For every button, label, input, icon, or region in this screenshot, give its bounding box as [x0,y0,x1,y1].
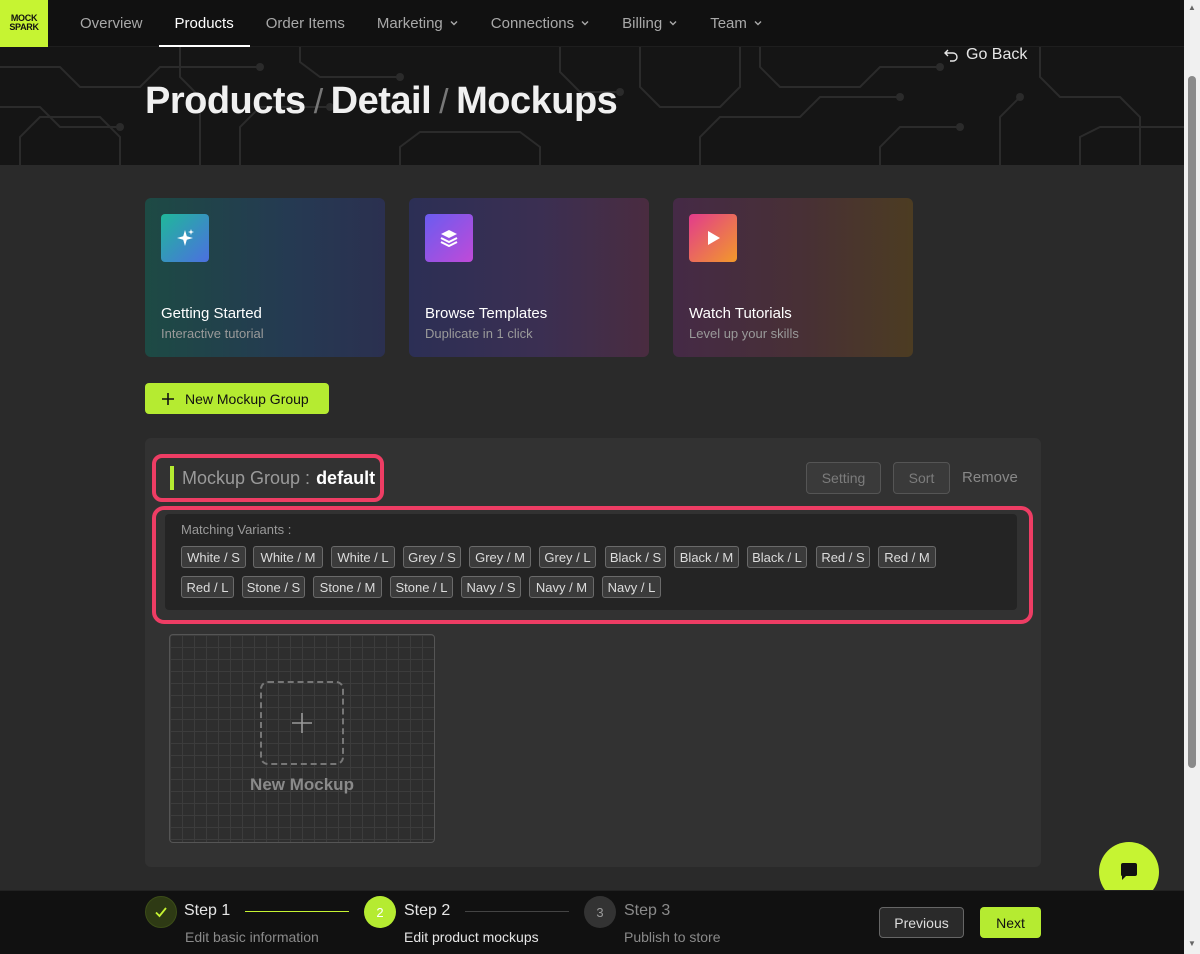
previous-button[interactable]: Previous [879,907,964,938]
nav-item-order-items[interactable]: Order Items [250,0,361,47]
setting-button[interactable]: Setting [806,462,881,494]
breadcrumb-detail[interactable]: Detail [331,80,432,123]
variant-chip: Red / S [816,546,870,568]
vertical-scrollbar[interactable]: ▲ ▼ [1184,0,1200,954]
card-subtitle: Interactive tutorial [161,326,264,341]
step-2-circle: 2 [364,896,396,928]
go-back-label: Go Back [966,46,1028,63]
card-watch-tutorials[interactable]: Watch Tutorials Level up your skills [673,198,913,357]
next-button[interactable]: Next [980,907,1041,938]
plus-icon [292,713,312,733]
chat-bubble-icon [1121,863,1137,880]
mockup-group-title: Mockup Group : default [152,454,384,502]
variant-chip: Stone / S [242,576,305,598]
variant-chip: White / S [181,546,246,568]
add-mockup-button[interactable] [260,681,344,765]
chevron-down-icon [754,21,762,26]
nav-item-billing[interactable]: Billing [606,0,694,47]
step-connector [465,911,569,912]
sparkles-icon [161,214,209,262]
nav-item-products[interactable]: Products [158,0,250,47]
card-title: Getting Started [161,305,262,322]
nav-item-team[interactable]: Team [694,0,779,47]
nav-item-marketing[interactable]: Marketing [361,0,475,47]
card-subtitle: Level up your skills [689,326,799,341]
variant-chip: Navy / S [461,576,521,598]
step-1-name: Step 1 [184,902,231,919]
matching-variants-label: Matching Variants : [181,522,292,537]
variant-chip: Navy / L [602,576,661,598]
page-title: Products / Detail / Mockups [145,80,618,123]
sort-button[interactable]: Sort [893,462,950,494]
variant-chip: Navy / M [529,576,594,598]
new-mockup-group-button[interactable]: New Mockup Group [145,383,329,414]
chevron-down-icon [669,21,677,26]
step-1-check-icon [145,896,177,928]
variant-chip: Red / L [181,576,234,598]
variant-chip: Stone / L [390,576,453,598]
undo-arrow-icon [944,49,958,62]
chevron-down-icon [581,21,589,26]
accent-bar [170,466,174,490]
nav-item-connections[interactable]: Connections [475,0,606,47]
plus-icon [162,392,174,405]
variant-chip: Black / S [605,546,666,568]
nav-item-overview[interactable]: Overview [64,0,159,47]
mockspark-logo[interactable]: MOCK SPARK [0,0,48,47]
variant-chip: Grey / S [403,546,461,568]
breadcrumb-mockups: Mockups [456,80,618,122]
variant-chip: White / L [331,546,395,568]
breadcrumb-separator: / [313,83,323,121]
variant-chip: Grey / L [539,546,596,568]
scroll-down-icon[interactable]: ▼ [1188,940,1196,948]
variant-chip: Stone / M [313,576,382,598]
variant-chip: Black / L [747,546,807,568]
card-subtitle: Duplicate in 1 click [425,326,533,341]
step-1-desc: Edit basic information [185,929,319,945]
breadcrumb-separator: / [439,83,449,121]
step-3-desc: Publish to store [624,929,721,945]
variant-chip: Grey / M [469,546,531,568]
new-mockup-group-label: New Mockup Group [185,390,309,407]
layers-icon [425,214,473,262]
scroll-up-icon[interactable]: ▲ [1188,4,1196,12]
group-name: default [316,467,376,488]
card-title: Watch Tutorials [689,305,792,322]
variant-chip: White / M [253,546,323,568]
top-nav: MOCK SPARK Overview Products Order Items … [0,0,1184,47]
card-browse-templates[interactable]: Browse Templates Duplicate in 1 click [409,198,649,357]
scrollbar-thumb[interactable] [1188,76,1196,768]
variant-chip: Black / M [674,546,739,568]
card-title: Browse Templates [425,305,548,322]
step-2-desc: Edit product mockups [404,929,539,945]
page-header: Products / Detail / Mockups [0,47,1184,165]
step-3-name: Step 3 [624,902,671,919]
chevron-down-icon [450,21,458,26]
variant-chip: Red / M [878,546,936,568]
go-back-button[interactable]: Go Back [944,46,1027,64]
step-connector [245,911,349,912]
step-3-circle: 3 [584,896,616,928]
new-mockup-label: New Mockup [250,775,354,794]
card-getting-started[interactable]: Getting Started Interactive tutorial [145,198,385,357]
nav-items: Overview Products Order Items Marketing … [64,0,779,47]
play-icon [689,214,737,262]
step-2-name: Step 2 [404,902,451,919]
breadcrumb-products[interactable]: Products [145,80,306,123]
remove-button[interactable]: Remove [962,469,1018,486]
group-label: Mockup Group : [182,467,311,488]
